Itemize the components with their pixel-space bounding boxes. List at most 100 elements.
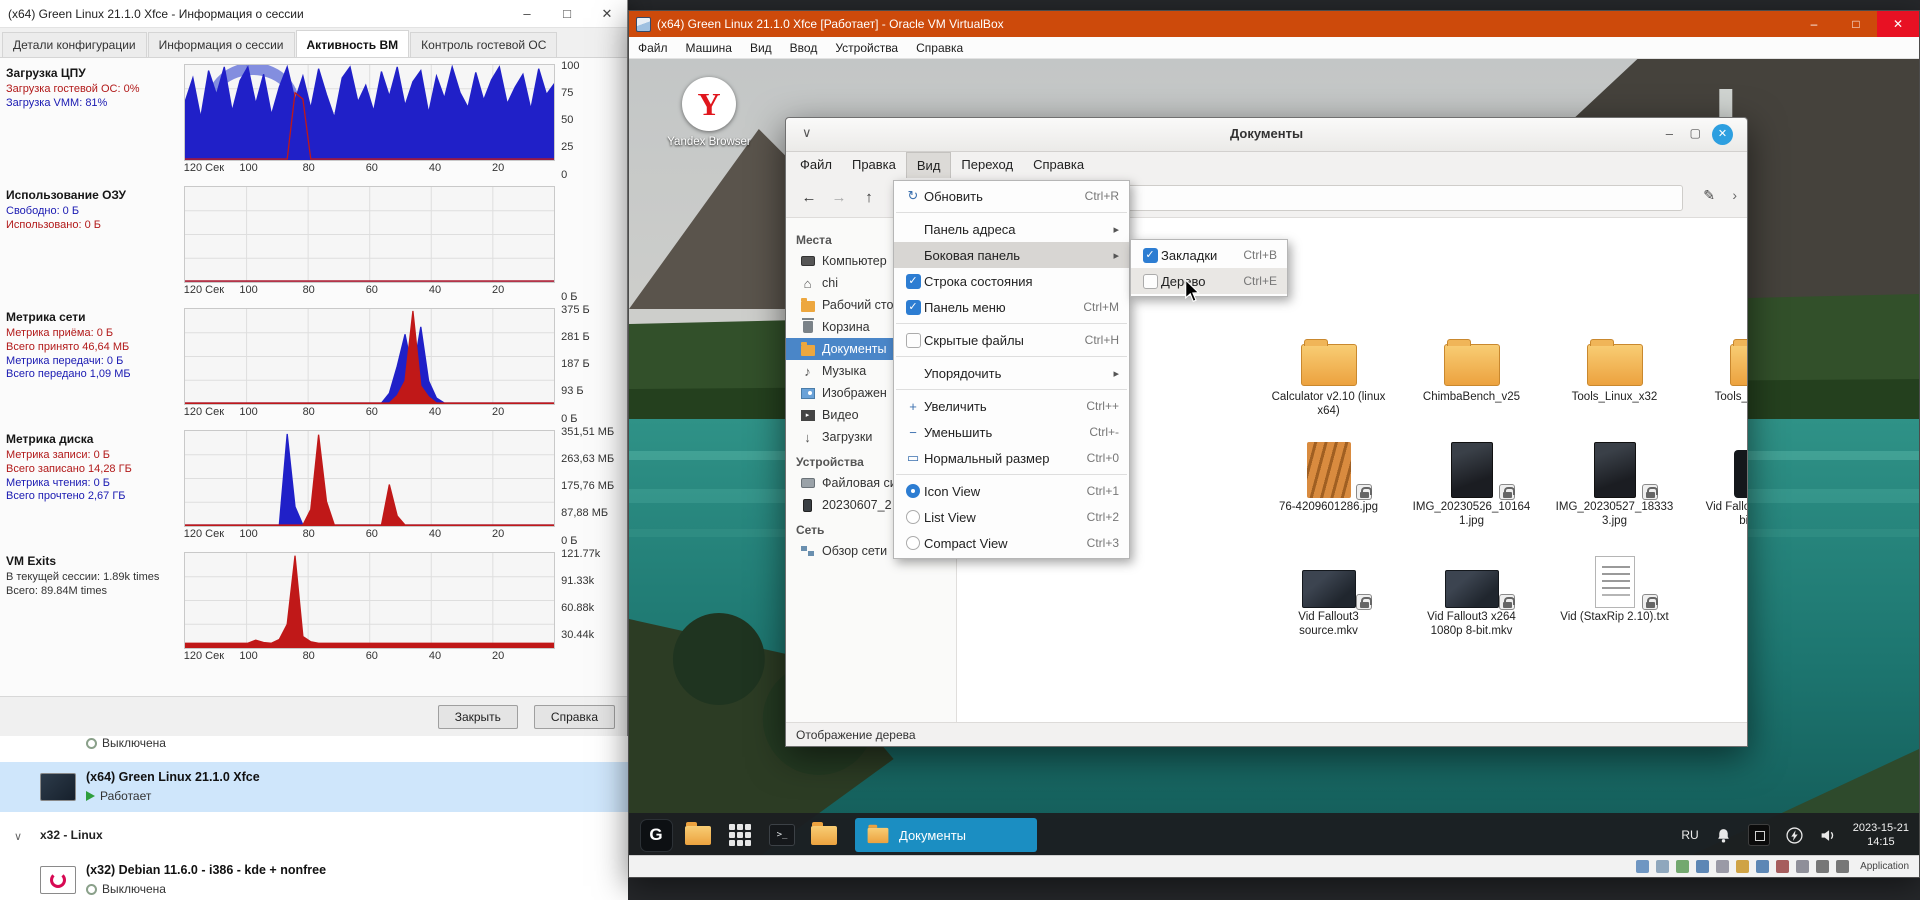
fm-menu-Файл[interactable]: Файл bbox=[790, 152, 842, 178]
app-grid-launcher[interactable] bbox=[723, 818, 757, 852]
file-ChimbaBench_v25[interactable]: ChimbaBench_v25 bbox=[1400, 326, 1543, 436]
file-IMG_20230527_183333.jpg[interactable]: IMG_20230527_183333.jpg bbox=[1543, 436, 1686, 546]
up-icon[interactable]: ↑ bbox=[854, 184, 884, 212]
hdd-status-icon bbox=[1636, 860, 1650, 873]
vm-group-row[interactable]: ∨ x32 - Linux bbox=[0, 828, 628, 850]
close-button[interactable]: Закрыть bbox=[437, 704, 518, 729]
help-button[interactable]: Справка bbox=[533, 704, 615, 729]
video-file-icon bbox=[1733, 450, 1747, 498]
menu-item-Обновить[interactable]: ↻ Обновить Ctrl+R bbox=[894, 183, 1129, 209]
vm-row-selected[interactable]: (x64) Green Linux 21.1.0 Xfce Работает bbox=[0, 762, 628, 812]
fm-menu-Правка[interactable]: Правка bbox=[842, 152, 906, 178]
chart-title-disk: Метрика диска bbox=[6, 432, 94, 446]
file-Calculator v2.10 (linux x64)[interactable]: Calculator v2.10 (linux x64) bbox=[1257, 326, 1400, 436]
drive-icon bbox=[800, 478, 815, 488]
close-icon[interactable]: ✕ bbox=[1877, 11, 1919, 37]
chart-disk: Метрика диска Метрика записи: 0 Б Всего за… bbox=[0, 426, 627, 547]
charts-area: Загрузка ЦПУ Загрузка гостевой ОС: 0% Загр… bbox=[0, 58, 627, 696]
minimize-icon[interactable]: – bbox=[1666, 126, 1673, 141]
menu-item-Панель адреса[interactable]: Панель адреса ▸ bbox=[894, 216, 1129, 242]
chart-plot-area-net bbox=[183, 308, 556, 405]
maximize-icon[interactable]: □ bbox=[547, 0, 587, 28]
volume-icon[interactable] bbox=[1819, 827, 1837, 844]
minimize-icon[interactable]: – bbox=[507, 0, 547, 28]
notifications-bell-icon[interactable] bbox=[1715, 827, 1732, 844]
screenshot-tool-icon[interactable] bbox=[1747, 824, 1770, 846]
chart-yticks-exits: 121.77k 91.33k 60.88k 30.44k bbox=[561, 548, 601, 642]
file-Vid (StaxRip 2.10).txt[interactable]: Vid (StaxRip 2.10).txt bbox=[1543, 546, 1686, 656]
file-Tools_Linux_x64[interactable]: Tools_Linux_x64 bbox=[1686, 326, 1747, 436]
maximize-icon[interactable]: ▢ bbox=[1690, 126, 1701, 140]
chart-yticks-ram: 0 Б bbox=[561, 290, 578, 303]
minimize-icon[interactable]: – bbox=[1793, 11, 1835, 37]
menu-item-Панель меню[interactable]: ✓ Панель меню Ctrl+M bbox=[894, 294, 1129, 320]
file-manager-launcher[interactable] bbox=[807, 818, 841, 852]
menu-item-List View[interactable]: List View Ctrl+2 bbox=[894, 504, 1129, 530]
desktop-icon-label: Yandex Browser bbox=[667, 136, 751, 148]
tab-4[interactable]: Контроль гостевой ОС bbox=[410, 32, 558, 57]
close-icon[interactable]: ✕ bbox=[1712, 124, 1733, 145]
vm-menu-Ввод[interactable]: Ввод bbox=[781, 37, 827, 59]
checkbox-icon: ✓ bbox=[905, 299, 921, 315]
vm-menu-Файл[interactable]: Файл bbox=[629, 37, 677, 59]
power-manager-icon[interactable] bbox=[1786, 826, 1803, 844]
chevron-down-icon[interactable]: ∨ bbox=[14, 830, 22, 843]
menu-item-label: Закладки bbox=[1161, 247, 1218, 263]
maximize-icon[interactable]: □ bbox=[1835, 11, 1877, 37]
menu-separator bbox=[896, 389, 1127, 390]
chart-plot-exits bbox=[184, 553, 555, 648]
menu-item-Упорядочить[interactable]: Упорядочить ▸ bbox=[894, 360, 1129, 386]
session-titlebar[interactable]: (x64) Green Linux 21.1.0 Xfce - Информац… bbox=[0, 0, 627, 28]
vm-menu-Справка[interactable]: Справка bbox=[907, 37, 972, 59]
keyboard-layout-indicator[interactable]: RU bbox=[1681, 828, 1698, 842]
menu-item-Icon View[interactable]: Icon View Ctrl+1 bbox=[894, 478, 1129, 504]
menu-item-Увеличить[interactable]: + Увеличить Ctrl++ bbox=[894, 393, 1129, 419]
file-manager-titlebar[interactable]: ∨ Документы – ▢ ✕ bbox=[786, 118, 1747, 152]
terminal-launcher[interactable]: >_ bbox=[765, 818, 799, 852]
menu-accelerator: Ctrl+E bbox=[1243, 274, 1277, 288]
fm-menu-Справка[interactable]: Справка bbox=[1023, 152, 1094, 178]
file-Vid Fallout3 source.mkv[interactable]: Vid Fallout3 source.mkv bbox=[1257, 546, 1400, 656]
menu-item-Закладки[interactable]: ✓ Закладки Ctrl+B bbox=[1131, 242, 1287, 268]
file-Tools_Linux_x32[interactable]: Tools_Linux_x32 bbox=[1543, 326, 1686, 436]
menu-item-Уменьшить[interactable]: − Уменьшить Ctrl+- bbox=[894, 419, 1129, 445]
menu-item-Нормальный размер[interactable]: ▭ Нормальный размер Ctrl+0 bbox=[894, 445, 1129, 471]
forward-icon[interactable]: → bbox=[824, 184, 854, 212]
edit-location-icon[interactable]: ✎ bbox=[1703, 187, 1715, 204]
file-label: 76-4209601286.jpg bbox=[1278, 501, 1379, 513]
desktop-icon-yandex-browser[interactable]: Y Yandex Browser bbox=[663, 77, 755, 148]
vm-titlebar[interactable]: (x64) Green Linux 21.1.0 Xfce [Работает]… bbox=[629, 11, 1919, 37]
zoom-out-icon: − bbox=[909, 424, 917, 440]
task-button-documents[interactable]: Документы bbox=[855, 818, 1037, 852]
files-launcher[interactable] bbox=[681, 818, 715, 852]
menu-accelerator: Ctrl+M bbox=[1083, 300, 1119, 314]
menu-item-Скрытые файлы[interactable]: Скрытые файлы Ctrl+H bbox=[894, 327, 1129, 353]
chart-exits: VM Exits В текущей сессии: 1.89k times Все… bbox=[0, 548, 627, 664]
fm-menu-Переход[interactable]: Переход bbox=[951, 152, 1023, 178]
file-IMG_20230526_101641.jpg[interactable]: IMG_20230526_101641.jpg bbox=[1400, 436, 1543, 546]
menu-item-Строка состояния[interactable]: ✓ Строка состояния bbox=[894, 268, 1129, 294]
menu-item-Дерево[interactable]: Дерево Ctrl+E bbox=[1131, 268, 1287, 294]
app-menu-button[interactable]: G bbox=[639, 818, 673, 852]
vm-menu-Устройства[interactable]: Устройства bbox=[826, 37, 907, 59]
back-icon[interactable]: ← bbox=[794, 184, 824, 212]
vm-row-debian[interactable]: (x32) Debian 11.6.0 - i386 - kde + nonfr… bbox=[0, 858, 628, 900]
toolbar-expander-icon[interactable]: › bbox=[1732, 187, 1737, 203]
menu-item-Compact View[interactable]: Compact View Ctrl+3 bbox=[894, 530, 1129, 556]
vm-menu-Машина[interactable]: Машина bbox=[677, 37, 741, 59]
close-icon[interactable]: ✕ bbox=[587, 0, 627, 28]
tab-2[interactable]: Информация о сессии bbox=[147, 32, 295, 57]
vm-row-partial[interactable]: Выключена bbox=[0, 736, 628, 754]
vm-menu-Вид[interactable]: Вид bbox=[741, 37, 781, 59]
file-76-4209601286.jpg[interactable]: 76-4209601286.jpg bbox=[1257, 436, 1400, 546]
sidebar-item-label: Обзор сети bbox=[822, 544, 888, 558]
fm-menu-Вид[interactable]: Вид bbox=[905, 152, 952, 178]
tab-1[interactable]: Детали конфигурации bbox=[2, 32, 147, 57]
menu-item-Боковая панель[interactable]: Боковая панель ▸ bbox=[894, 242, 1129, 268]
tab-3[interactable]: Активность ВМ bbox=[295, 30, 410, 57]
file-Vid Fallout3 x264 1080p 8-bit.mkv[interactable]: Vid Fallout3 x264 1080p 8-bit.mkv bbox=[1400, 546, 1543, 656]
clock[interactable]: 2023-15-21 14:15 bbox=[1853, 821, 1909, 850]
file-Vid Fallout3 AV1 10-bit.mkv[interactable]: Vid Fallout3 AV1 10-bit.mkv bbox=[1686, 436, 1747, 546]
chart-ram: Использование ОЗУ Свободно: 0 Б Использова… bbox=[0, 186, 627, 303]
lock-emblem-icon bbox=[1499, 484, 1515, 500]
